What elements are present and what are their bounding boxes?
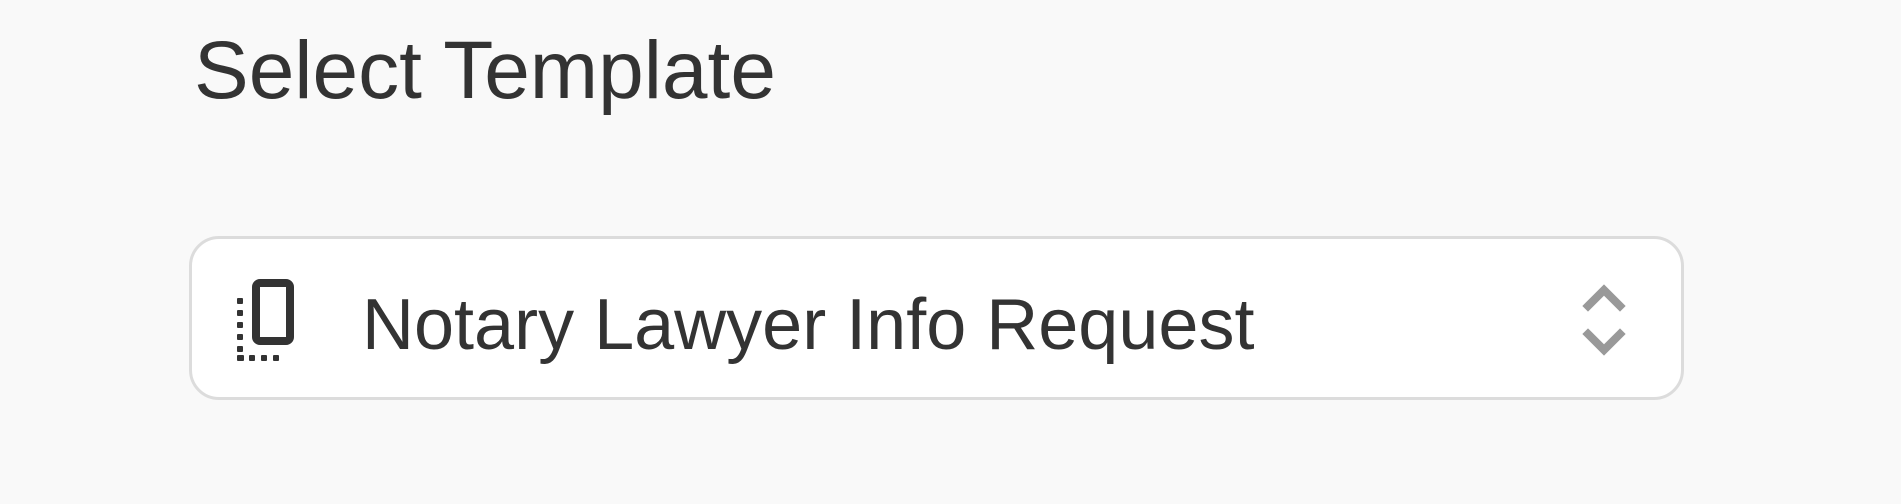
chevron-up-down-icon[interactable] — [1582, 280, 1626, 360]
selected-template-label: Notary Lawyer Info Request — [362, 285, 1255, 365]
page-title: Select Template — [194, 25, 776, 116]
template-select[interactable]: Notary Lawyer Info Request — [189, 236, 1684, 400]
template-document-icon — [236, 278, 294, 362]
